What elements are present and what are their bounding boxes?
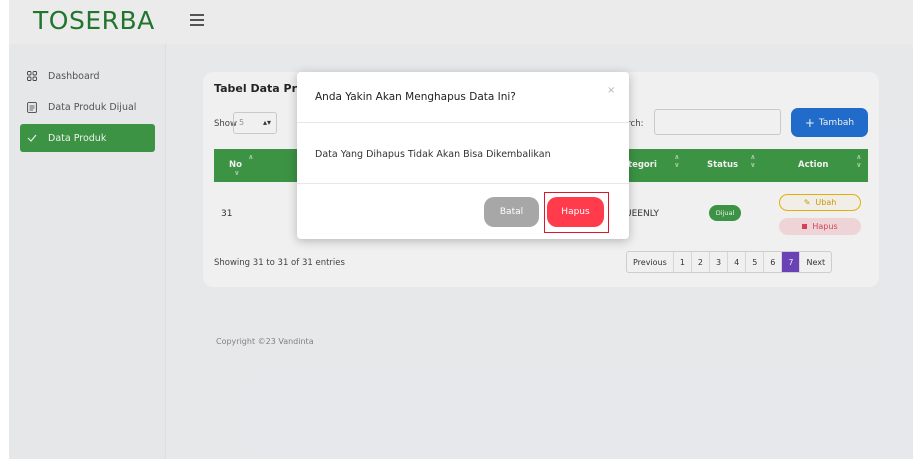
modal-divider [297,122,629,123]
delete-confirm-modal: Anda Yakin Akan Menghapus Data Ini? × Da… [297,72,629,239]
modal-message: Data Yang Dihapus Tidak Akan Bisa Dikemb… [315,149,551,160]
modal-divider [297,183,629,184]
app-frame: TOSERBA Dashboard Data Produk Dijual Dat… [0,0,913,459]
modal-title: Anda Yakin Akan Menghapus Data Ini? [315,91,516,103]
focus-highlight [544,192,609,233]
cancel-button[interactable]: Batal [484,197,539,227]
close-icon[interactable]: × [607,85,615,96]
